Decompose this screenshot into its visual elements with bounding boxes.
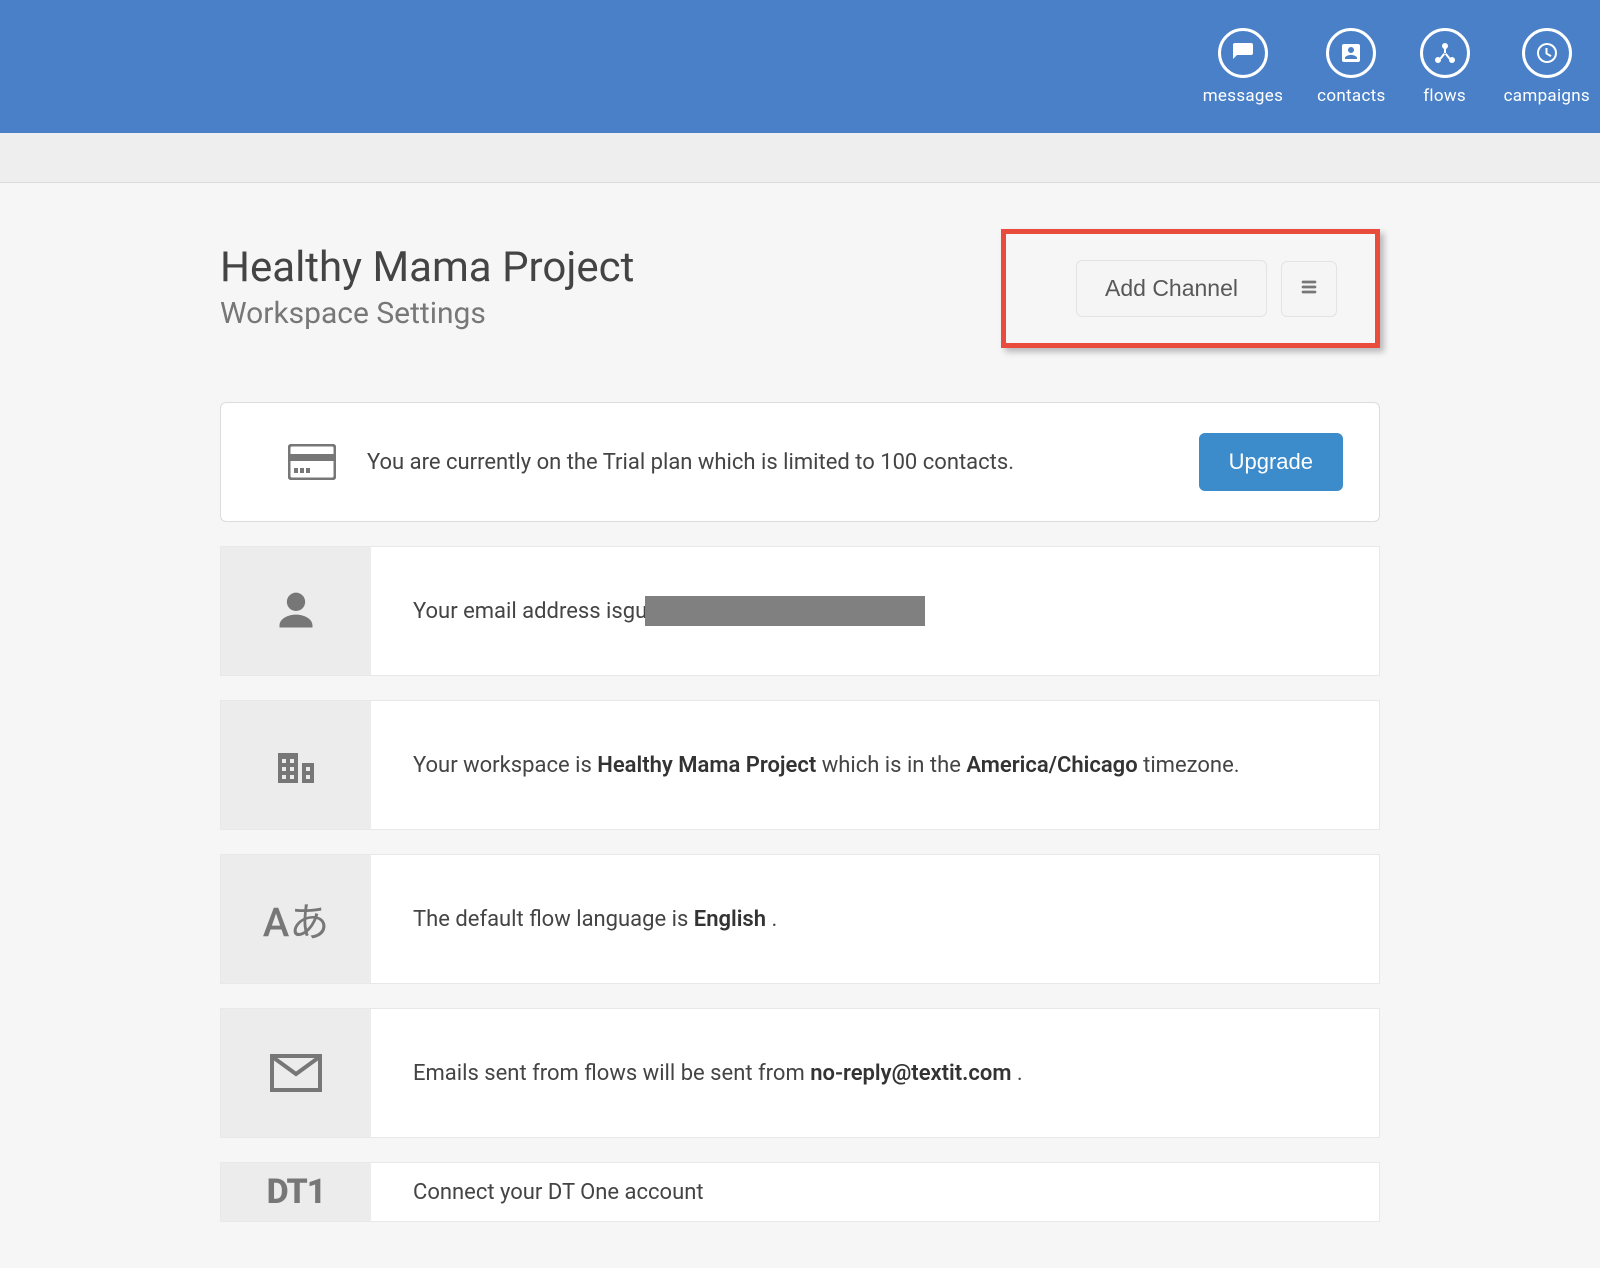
dtone-icon: DT1 bbox=[221, 1163, 371, 1221]
workspace-mid: which is in the bbox=[822, 753, 967, 778]
language-glyph: Aあ bbox=[263, 890, 330, 948]
plan-text: You are currently on the Trial plan whic… bbox=[367, 450, 1199, 475]
nav-label: contacts bbox=[1317, 86, 1385, 106]
setting-body: Emails sent from flows will be sent from… bbox=[371, 1009, 1379, 1137]
setting-body: The default flow language is English . bbox=[371, 855, 1379, 983]
email-prefix: Your email address is bbox=[413, 599, 623, 624]
email-redacted bbox=[645, 596, 925, 626]
setting-row-dtone[interactable]: DT1 Connect your DT One account bbox=[220, 1162, 1380, 1222]
flowemail-value: no-reply@textit.com bbox=[810, 1061, 1011, 1086]
content: Healthy Mama Project Workspace Settings … bbox=[0, 243, 1600, 1222]
nav-label: flows bbox=[1423, 86, 1466, 106]
credit-card-icon bbox=[257, 444, 367, 480]
nav-label: messages bbox=[1203, 86, 1283, 106]
email-visible: gu bbox=[623, 599, 647, 624]
campaigns-icon bbox=[1522, 28, 1572, 78]
nav-item-campaigns[interactable]: campaigns bbox=[1504, 28, 1590, 106]
language-value: English bbox=[694, 907, 766, 932]
title-block: Healthy Mama Project Workspace Settings bbox=[220, 243, 634, 331]
language-pre: The default flow language is bbox=[413, 907, 694, 932]
page-subtitle: Workspace Settings bbox=[220, 296, 634, 331]
nav-label: campaigns bbox=[1504, 86, 1590, 106]
topbar: messages contacts flows campaigns bbox=[0, 0, 1600, 133]
building-icon bbox=[221, 701, 371, 829]
workspace-pre: Your workspace is bbox=[413, 753, 597, 778]
nav-item-contacts[interactable]: contacts bbox=[1317, 28, 1385, 106]
workspace-tz: America/Chicago bbox=[966, 753, 1137, 778]
nav-item-flows[interactable]: flows bbox=[1420, 28, 1470, 106]
workspace-post: timezone. bbox=[1143, 753, 1239, 778]
page-title: Healthy Mama Project bbox=[220, 243, 634, 292]
more-menu-button[interactable] bbox=[1281, 261, 1337, 317]
nav-item-messages[interactable]: messages bbox=[1203, 28, 1283, 106]
dtone-glyph: DT1 bbox=[267, 1172, 326, 1212]
messages-icon bbox=[1218, 28, 1268, 78]
setting-row-email[interactable]: Your email address is gu bbox=[220, 546, 1380, 676]
setting-row-language[interactable]: Aあ The default flow language is English … bbox=[220, 854, 1380, 984]
language-post: . bbox=[771, 907, 777, 932]
dtone-text: Connect your DT One account bbox=[413, 1180, 704, 1205]
add-channel-button[interactable]: Add Channel bbox=[1076, 260, 1267, 317]
setting-body: Your email address is gu bbox=[371, 547, 1379, 675]
flowemail-pre: Emails sent from flows will be sent from bbox=[413, 1061, 810, 1086]
language-icon: Aあ bbox=[221, 855, 371, 983]
contacts-icon bbox=[1326, 28, 1376, 78]
plan-card: You are currently on the Trial plan whic… bbox=[220, 402, 1380, 522]
workspace-name: Healthy Mama Project bbox=[597, 753, 816, 778]
highlighted-actions: Add Channel bbox=[1001, 229, 1380, 348]
setting-body: Your workspace is Healthy Mama Project w… bbox=[371, 701, 1379, 829]
header-row: Healthy Mama Project Workspace Settings … bbox=[220, 243, 1380, 362]
flowemail-post: . bbox=[1017, 1061, 1023, 1086]
upgrade-button[interactable]: Upgrade bbox=[1199, 433, 1343, 491]
menu-icon bbox=[1298, 276, 1320, 301]
flows-icon bbox=[1420, 28, 1470, 78]
setting-row-workspace[interactable]: Your workspace is Healthy Mama Project w… bbox=[220, 700, 1380, 830]
setting-row-flowemail[interactable]: Emails sent from flows will be sent from… bbox=[220, 1008, 1380, 1138]
nav-items: messages contacts flows campaigns bbox=[1203, 28, 1590, 106]
subbar bbox=[0, 133, 1600, 183]
setting-body: Connect your DT One account bbox=[371, 1163, 1379, 1221]
user-icon bbox=[221, 547, 371, 675]
mail-icon bbox=[221, 1009, 371, 1137]
